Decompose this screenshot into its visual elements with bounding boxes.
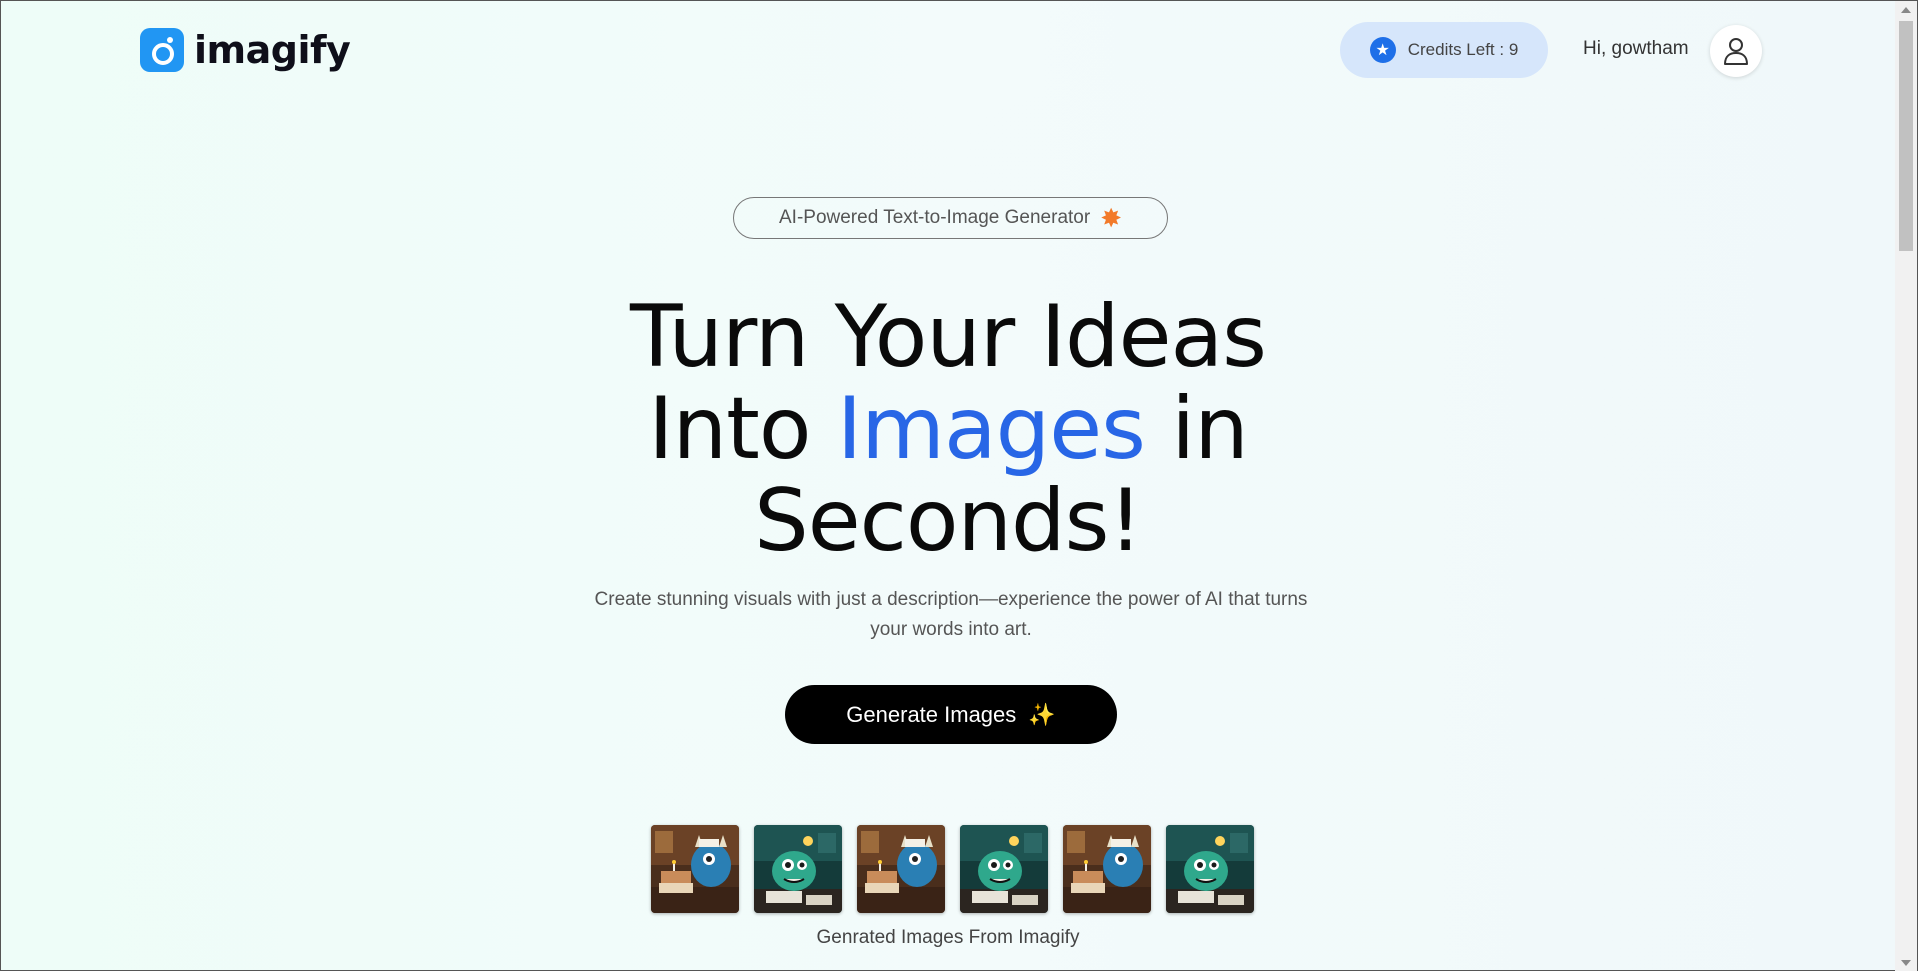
- credits-label: Credits Left : 9: [1407, 40, 1519, 59]
- headline-line-3: Seconds!: [754, 471, 1143, 571]
- monster-cake-image: [651, 825, 739, 913]
- feature-badge: AI-Powered Text-to-Image Generator ✸: [733, 197, 1168, 239]
- gallery-caption: Genrated Images From Imagify: [816, 927, 1080, 948]
- logo-icon: [140, 28, 184, 72]
- gallery-thumbnail[interactable]: [857, 825, 945, 913]
- generate-button-label: Generate Images: [846, 701, 1017, 727]
- scroll-up-icon[interactable]: [1901, 7, 1911, 13]
- scroll-down-icon[interactable]: [1901, 960, 1911, 966]
- sample-gallery: [651, 825, 1254, 913]
- headline-into: Into: [648, 379, 837, 479]
- badge-label: AI-Powered Text-to-Image Generator: [779, 207, 1091, 228]
- vertical-scrollbar[interactable]: [1895, 1, 1917, 971]
- monster-lamp-image: [960, 825, 1048, 913]
- credits-button[interactable]: ★ Credits Left : 9: [1340, 22, 1548, 78]
- user-icon: [1724, 38, 1748, 65]
- navbar: imagify ★ Credits Left : 9 Hi, gowtham: [1, 1, 1895, 101]
- user-greeting: Hi, gowtham: [1583, 38, 1689, 59]
- generate-images-button[interactable]: Generate Images ✨: [785, 685, 1117, 744]
- gallery-thumbnail[interactable]: [1063, 825, 1151, 913]
- hero-subtitle: Create stunning visuals with just a desc…: [594, 589, 1308, 640]
- monster-lamp-image: [1166, 825, 1254, 913]
- gallery-thumbnail[interactable]: [1166, 825, 1254, 913]
- gallery-thumbnail[interactable]: [651, 825, 739, 913]
- star-burst-icon: ✸: [1100, 203, 1122, 233]
- monster-lamp-image: [754, 825, 842, 913]
- user-avatar[interactable]: [1710, 25, 1762, 77]
- logo-text: imagify: [194, 28, 351, 72]
- monster-cake-image: [1063, 825, 1151, 913]
- hero-headline: Turn Your Ideas Into Images in Seconds!: [1, 291, 1895, 567]
- gallery-thumbnail[interactable]: [754, 825, 842, 913]
- headline-line-1: Turn Your Ideas: [630, 287, 1267, 387]
- sparkle-icon: ✨: [1028, 701, 1056, 727]
- star-icon: ★: [1369, 37, 1396, 63]
- monster-cake-image: [857, 825, 945, 913]
- headline-in: in: [1144, 379, 1248, 479]
- headline-highlight: Images: [836, 379, 1146, 479]
- scrollbar-thumb[interactable]: [1899, 21, 1913, 251]
- logo[interactable]: imagify: [140, 28, 351, 72]
- gallery-thumbnail[interactable]: [960, 825, 1048, 913]
